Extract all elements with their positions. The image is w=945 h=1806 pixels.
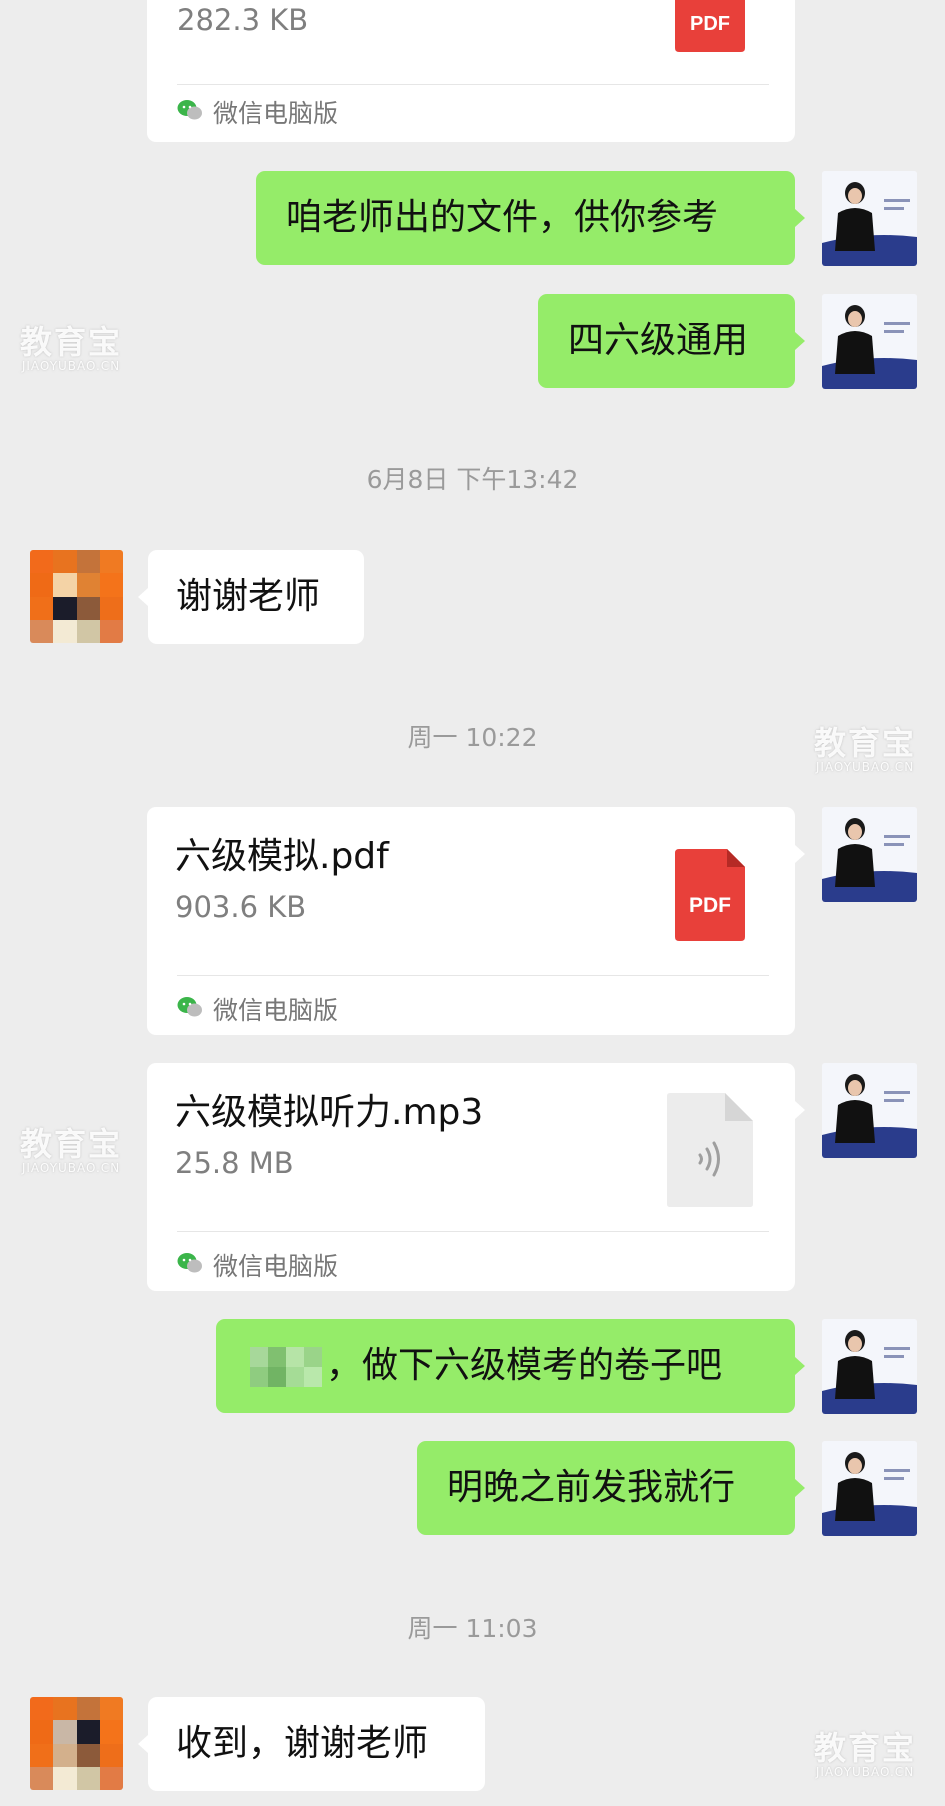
student-avatar[interactable] xyxy=(30,550,123,643)
watermark: 教育宝 JIAOYUBAO.CN xyxy=(20,323,123,373)
teacher-avatar[interactable] xyxy=(822,1319,917,1414)
file-card-top[interactable]: 282.3 KB PDF 微信电脑版 xyxy=(147,0,795,142)
message-text: 收到，谢谢老师 xyxy=(176,1723,429,1764)
message-text: ，做下六级模考的卷子吧 xyxy=(326,1345,723,1386)
source-label: 微信电脑版 xyxy=(177,991,338,1027)
message-text: 谢谢老师 xyxy=(176,576,321,617)
timestamp: 周一 10:22 xyxy=(407,723,538,752)
file-size: 903.6 KB xyxy=(175,890,307,924)
wechat-icon xyxy=(177,995,203,1024)
svg-text:PDF: PDF xyxy=(689,894,731,917)
wechat-icon xyxy=(177,1251,203,1280)
file-card-mp3[interactable]: 六级模拟听力.mp3 25.8 MB 微信电脑版 xyxy=(147,1063,805,1291)
teacher-avatar[interactable] xyxy=(822,807,917,902)
timestamp: 6月8日 下午13:42 xyxy=(366,465,579,494)
student-avatar[interactable] xyxy=(30,1697,123,1790)
source-label: 微信电脑版 xyxy=(177,94,338,130)
teacher-avatar[interactable] xyxy=(822,1441,917,1536)
file-size: 25.8 MB xyxy=(175,1146,294,1180)
blurred-name xyxy=(250,1347,322,1387)
teacher-message[interactable]: 四六级通用 xyxy=(538,294,805,388)
file-name: 六级模拟听力.mp3 xyxy=(175,1092,484,1133)
file-size: 282.3 KB xyxy=(177,3,309,37)
source-label: 微信电脑版 xyxy=(177,1247,338,1283)
svg-text:PDF: PDF xyxy=(690,13,730,35)
student-message[interactable]: 收到，谢谢老师 xyxy=(138,1697,485,1791)
teacher-avatar[interactable] xyxy=(822,294,917,389)
message-text: 四六级通用 xyxy=(568,320,749,361)
message-text: 咱老师出的文件，供你参考 xyxy=(286,197,719,238)
wechat-icon xyxy=(177,98,203,127)
teacher-avatar[interactable] xyxy=(822,1063,917,1158)
watermark: 教育宝 JIAOYUBAO.CN xyxy=(814,1729,917,1779)
pdf-file-icon: PDF xyxy=(675,849,745,941)
file-card-pdf[interactable]: 六级模拟.pdf 903.6 KB PDF 微信电脑版 xyxy=(147,807,805,1035)
teacher-message[interactable]: 明晚之前发我就行 xyxy=(417,1441,805,1535)
watermark: 教育宝 JIAOYUBAO.CN xyxy=(20,1125,123,1175)
watermark: 教育宝 JIAOYUBAO.CN xyxy=(814,724,917,774)
audio-file-icon xyxy=(667,1093,753,1207)
message-text: 明晚之前发我就行 xyxy=(447,1467,736,1508)
teacher-message[interactable]: ，做下六级模考的卷子吧 xyxy=(216,1319,805,1413)
timestamp: 周一 11:03 xyxy=(407,1614,538,1643)
file-name: 六级模拟.pdf xyxy=(175,836,389,877)
pdf-file-icon: PDF xyxy=(675,0,745,52)
teacher-avatar[interactable] xyxy=(822,171,917,266)
teacher-message[interactable]: 咱老师出的文件，供你参考 xyxy=(256,171,805,265)
student-message[interactable]: 谢谢老师 xyxy=(138,550,364,644)
